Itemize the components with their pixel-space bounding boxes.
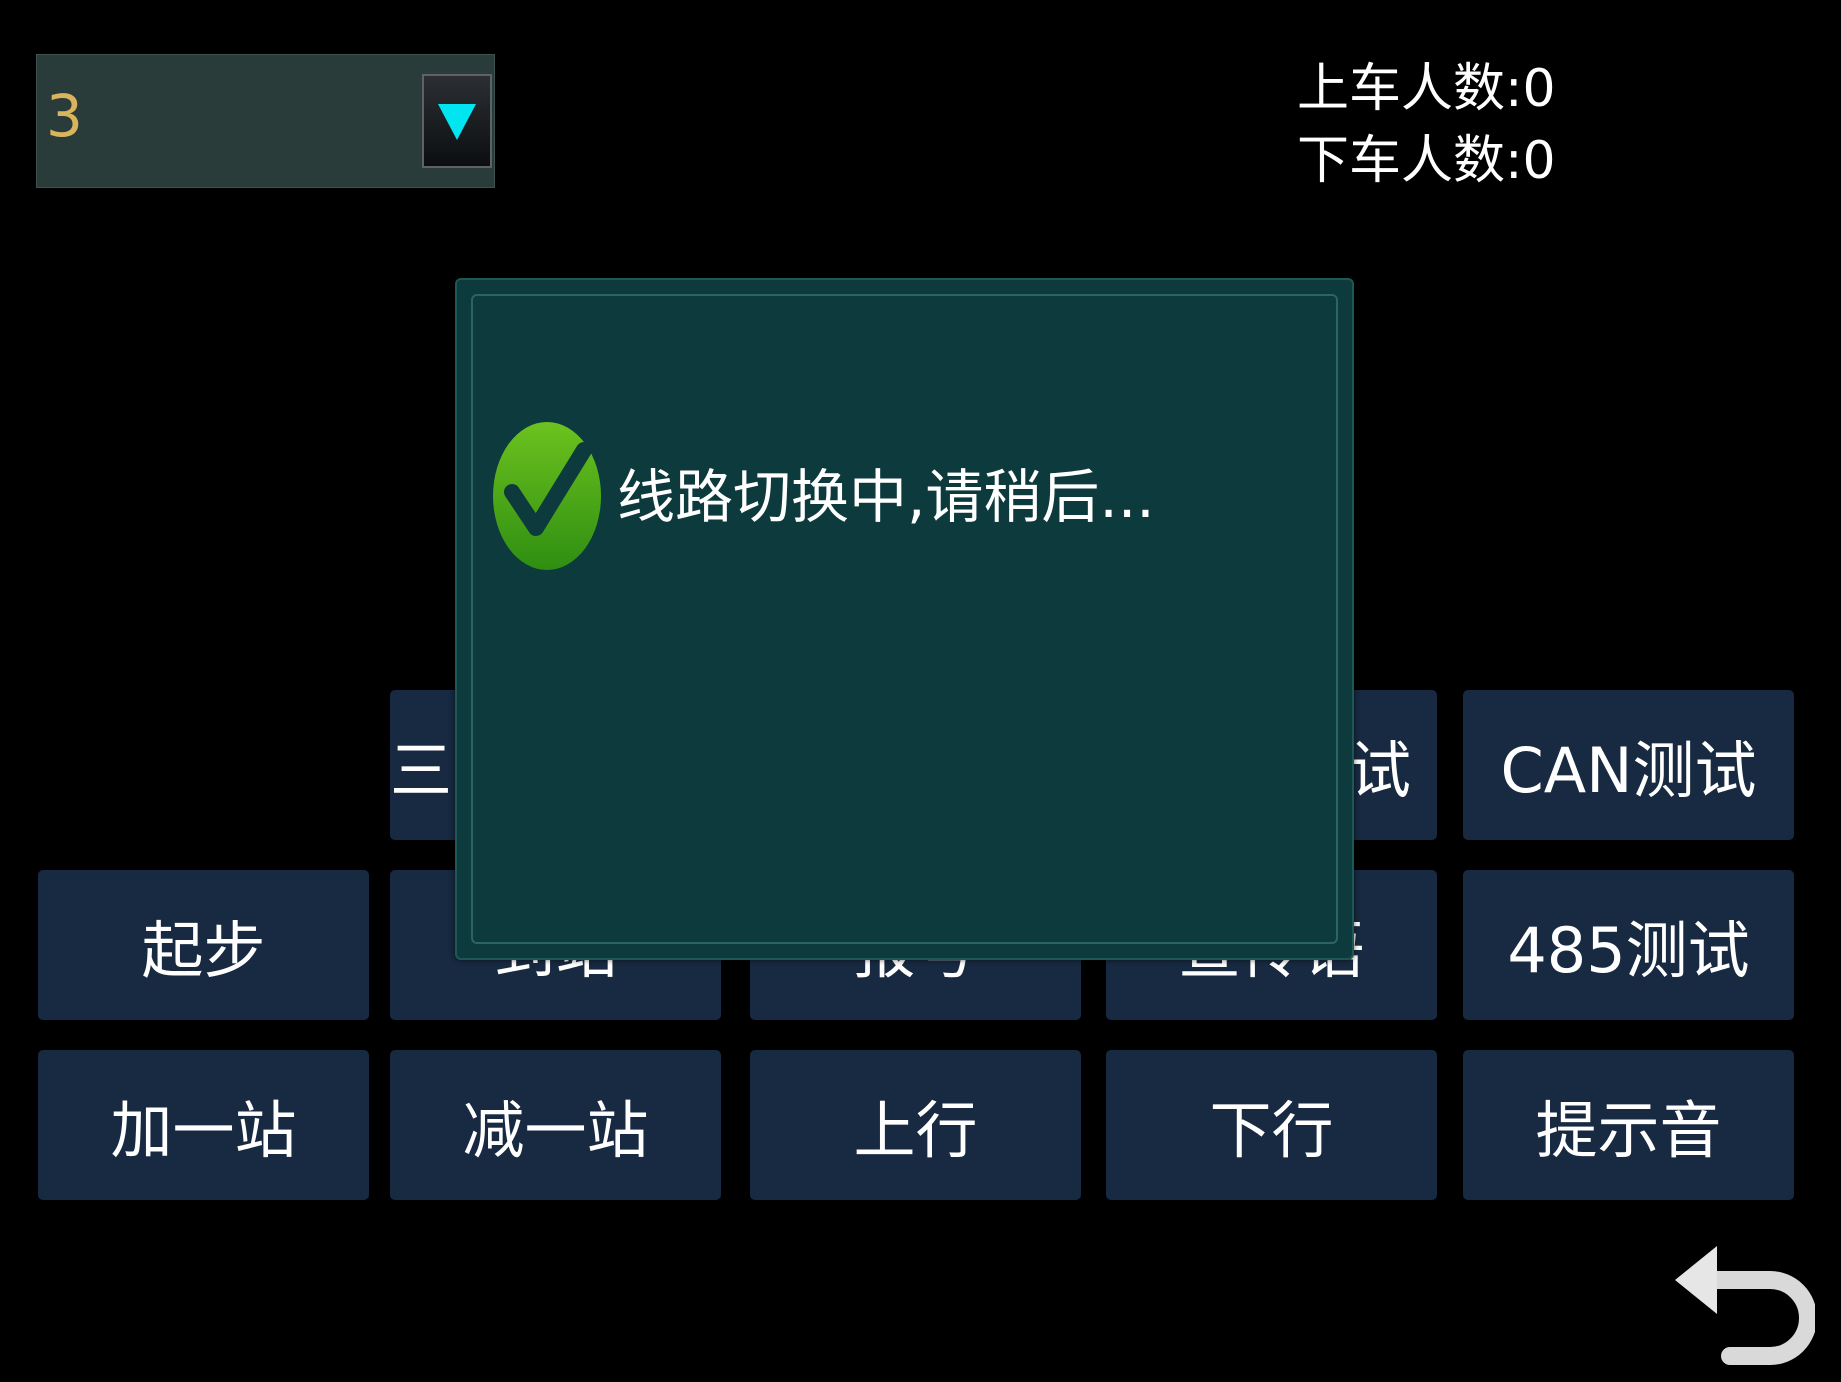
- line-select-value: 3: [46, 82, 83, 150]
- button-row1-1-label: 三: [390, 734, 453, 807]
- loading-dialog: 线路切换中,请稍后...: [455, 278, 1354, 960]
- boarding-count: 上车人数:0: [1297, 59, 1556, 119]
- rs485-test-button[interactable]: 485测试: [1463, 870, 1794, 1020]
- triangle-down-icon: [438, 104, 476, 140]
- dropdown-arrow-button[interactable]: [422, 74, 492, 168]
- dialog-message: 线路切换中,请稍后...: [617, 463, 1155, 531]
- back-button[interactable]: [1665, 1228, 1817, 1378]
- start-label: 起步: [141, 914, 266, 987]
- can-test-label: CAN测试: [1500, 734, 1757, 807]
- check-icon: [493, 422, 601, 570]
- upbound-label: 上行: [853, 1094, 978, 1167]
- upbound-button[interactable]: 上行: [750, 1050, 1081, 1200]
- prompt-sound-label: 提示音: [1535, 1094, 1722, 1167]
- dialog-inner-border: [471, 294, 1338, 944]
- start-button[interactable]: 起步: [38, 870, 369, 1020]
- next-station-button[interactable]: 加一站: [38, 1050, 369, 1200]
- prev-station-label: 减一站: [462, 1094, 649, 1167]
- can-test-button[interactable]: CAN测试: [1463, 690, 1794, 840]
- prompt-sound-button[interactable]: 提示音: [1463, 1050, 1794, 1200]
- button-row1-4-label: 试: [1348, 734, 1411, 807]
- downbound-label: 下行: [1209, 1094, 1334, 1167]
- rs485-test-label: 485测试: [1507, 914, 1750, 987]
- next-station-label: 加一站: [110, 1094, 297, 1167]
- back-arrow-icon: [1675, 1246, 1817, 1365]
- line-select-dropdown[interactable]: 3: [36, 54, 495, 188]
- alighting-count: 下车人数:0: [1297, 131, 1556, 191]
- prev-station-button[interactable]: 减一站: [390, 1050, 721, 1200]
- downbound-button[interactable]: 下行: [1106, 1050, 1437, 1200]
